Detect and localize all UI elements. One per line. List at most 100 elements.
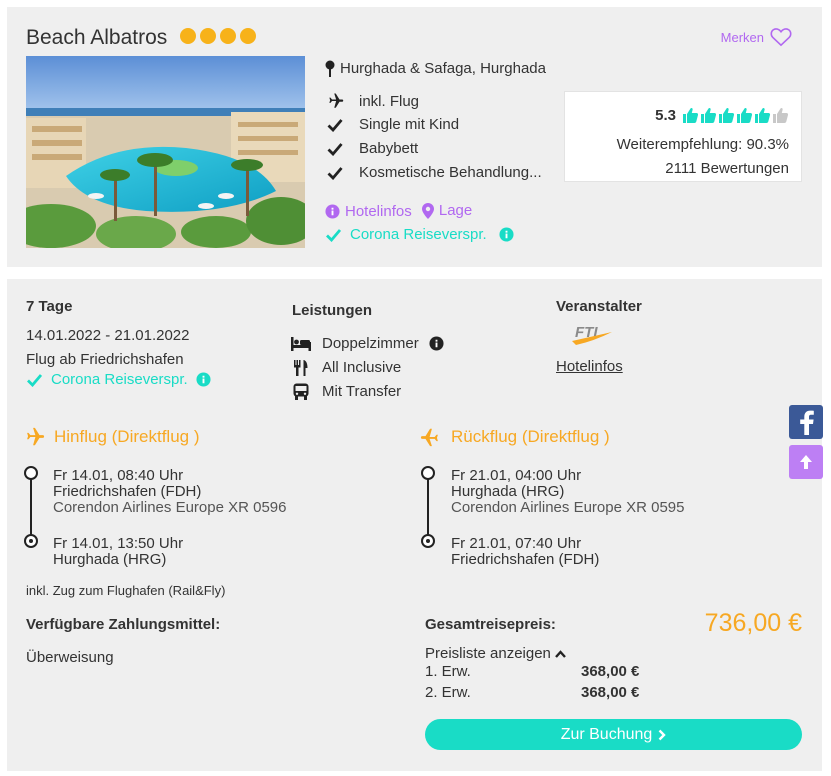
hotelinfos-link[interactable]: Hotelinfos: [325, 203, 412, 220]
operator-hotelinfos-link[interactable]: Hotelinfos: [556, 358, 623, 375]
arrival-time: Fr 14.01, 13:50 Uhr: [53, 535, 184, 552]
service-item: Doppelzimmer: [290, 335, 444, 352]
merken-button[interactable]: Merken: [721, 27, 792, 47]
return-flight-label: Rückflug (Direktflug ): [451, 427, 610, 446]
review-count: 2111 Bewertungen: [665, 160, 789, 177]
operator-heading: Veranstalter: [556, 298, 642, 315]
timeline-line: [30, 473, 32, 541]
feature-item: Single mit Kind: [325, 116, 459, 133]
plane-icon: [325, 92, 345, 110]
service-label: Mit Transfer: [322, 383, 402, 400]
price-list-toggle-label: Preisliste anzeigen: [425, 645, 551, 662]
hotel-image[interactable]: [26, 56, 305, 248]
hotel-card: Beach Albatros Merken Hurghada & Safaga,…: [7, 7, 822, 267]
thumbs-up-icon: [755, 108, 771, 123]
check-icon: [27, 373, 43, 387]
cutlery-icon: [290, 359, 312, 376]
price-row-label: 2. Erw.: [425, 684, 471, 701]
corona-label: Corona Reiseverspr.: [51, 371, 188, 388]
feature-item: inkl. Flug: [325, 92, 419, 110]
outbound-flight-title: Hinflug (Direktflug ): [23, 426, 200, 448]
departure-airport: Flug ab Friedrichshafen: [26, 351, 184, 368]
hotelinfos-label: Hotelinfos: [345, 202, 412, 220]
facebook-icon: [800, 410, 814, 435]
return-flight-title: Rückflug (Direktflug ): [420, 426, 610, 448]
service-label: Doppelzimmer: [322, 335, 419, 352]
book-button-label: Zur Buchung: [560, 725, 653, 743]
map-pin-icon: [325, 60, 335, 77]
outbound-departure: Fr 14.01, 08:40 Uhr Friedrichshafen (FDH…: [53, 468, 286, 516]
corona-label: Corona Reiseverspr.: [350, 226, 487, 243]
feature-label: inkl. Flug: [359, 92, 420, 110]
price-row: 1. Erw. 368,00 €: [425, 663, 639, 680]
recommendation-rate: Weiterempfehlung: 90.3%: [616, 136, 789, 153]
hotel-location: Hurghada & Safaga, Hurghada: [325, 60, 546, 77]
rating-score: 5.3: [655, 107, 676, 124]
airline: Corendon Airlines Europe XR 0596: [53, 499, 287, 516]
arrival-airport: Friedrichshafen (FDH): [451, 551, 600, 568]
departure-point-icon: [421, 466, 435, 480]
airline: Corendon Airlines Europe XR 0595: [451, 499, 685, 516]
feature-label: Kosmetische Behandlung...: [359, 164, 542, 181]
star-rating-icon: [220, 28, 236, 44]
rating-thumbs: [682, 107, 789, 124]
return-arrival: Fr 21.01, 07:40 Uhr Friedrichshafen (FDH…: [451, 536, 599, 568]
hotel-photo: [26, 56, 305, 248]
check-icon: [326, 228, 342, 242]
chevron-up-icon: [555, 649, 566, 658]
hotel-name[interactable]: Beach Albatros: [26, 26, 167, 50]
departure-time: Fr 14.01, 08:40 Uhr: [53, 467, 184, 484]
departure-airport: Hurghada (HRG): [451, 483, 565, 500]
thumbs-up-icon: [683, 108, 699, 123]
thumbs-up-icon: [773, 108, 789, 123]
corona-guarantee: Corona Reiseverspr.: [325, 226, 514, 243]
hotel-stars: [180, 28, 256, 44]
lage-label: Lage: [438, 202, 473, 219]
thumbs-up-icon: [701, 108, 717, 123]
book-button[interactable]: Zur Buchung: [425, 719, 802, 750]
feature-item: Kosmetische Behandlung...: [325, 164, 542, 181]
star-rating-icon: [240, 28, 256, 44]
service-item: All Inclusive: [290, 359, 401, 376]
corona-guarantee: Corona Reiseverspr.: [26, 371, 211, 388]
rating-box[interactable]: 5.3 Weiterempfehlung: 90.3% 2111 Bewertu…: [564, 91, 802, 182]
feature-label: Single mit Kind: [359, 116, 460, 133]
price-row-label: 1. Erw.: [425, 663, 471, 680]
info-icon[interactable]: [499, 227, 514, 242]
bus-icon: [290, 383, 312, 400]
location-text: Hurghada & Safaga, Hurghada: [340, 60, 546, 77]
departure-time: Fr 21.01, 04:00 Uhr: [451, 467, 582, 484]
thumbs-up-icon: [719, 108, 735, 123]
info-icon[interactable]: [196, 372, 211, 387]
star-rating-icon: [200, 28, 216, 44]
rating-summary: 5.3: [655, 107, 789, 124]
return-departure: Fr 21.01, 04:00 Uhr Hurghada (HRG) Coren…: [451, 468, 684, 516]
check-icon: [325, 142, 345, 156]
heart-icon: [770, 28, 792, 47]
payment-method: Überweisung: [26, 649, 114, 666]
service-label: All Inclusive: [322, 359, 402, 376]
arrival-point-icon: [421, 534, 435, 548]
services-heading: Leistungen: [292, 302, 373, 319]
operator-logo: FTI: [570, 323, 614, 351]
arrow-up-icon: [800, 455, 812, 469]
scroll-to-top-button[interactable]: [789, 445, 823, 479]
departure-point-icon: [24, 466, 38, 480]
hotel-links: Hotelinfos Lage: [325, 202, 472, 223]
price-list-toggle[interactable]: Preisliste anzeigen: [425, 645, 566, 662]
price-row-value: 368,00 €: [581, 663, 640, 680]
offer-details: 7 Tage 14.01.2022 - 21.01.2022 Flug ab F…: [7, 279, 822, 771]
check-icon: [325, 118, 345, 132]
star-rating-icon: [180, 28, 196, 44]
info-icon[interactable]: [429, 336, 444, 351]
facebook-share-button[interactable]: [789, 405, 823, 439]
merken-label: Merken: [720, 29, 764, 45]
total-price-heading: Gesamtreisepreis:: [425, 616, 556, 633]
chevron-right-icon: [658, 729, 666, 740]
outbound-flight-label: Hinflug (Direktflug ): [54, 427, 200, 446]
lage-link[interactable]: Lage: [421, 202, 473, 219]
service-item: Mit Transfer: [290, 383, 401, 400]
bed-icon: [290, 336, 312, 351]
outbound-arrival: Fr 14.01, 13:50 Uhr Hurghada (HRG): [53, 536, 183, 568]
plane-icon: [420, 428, 438, 447]
